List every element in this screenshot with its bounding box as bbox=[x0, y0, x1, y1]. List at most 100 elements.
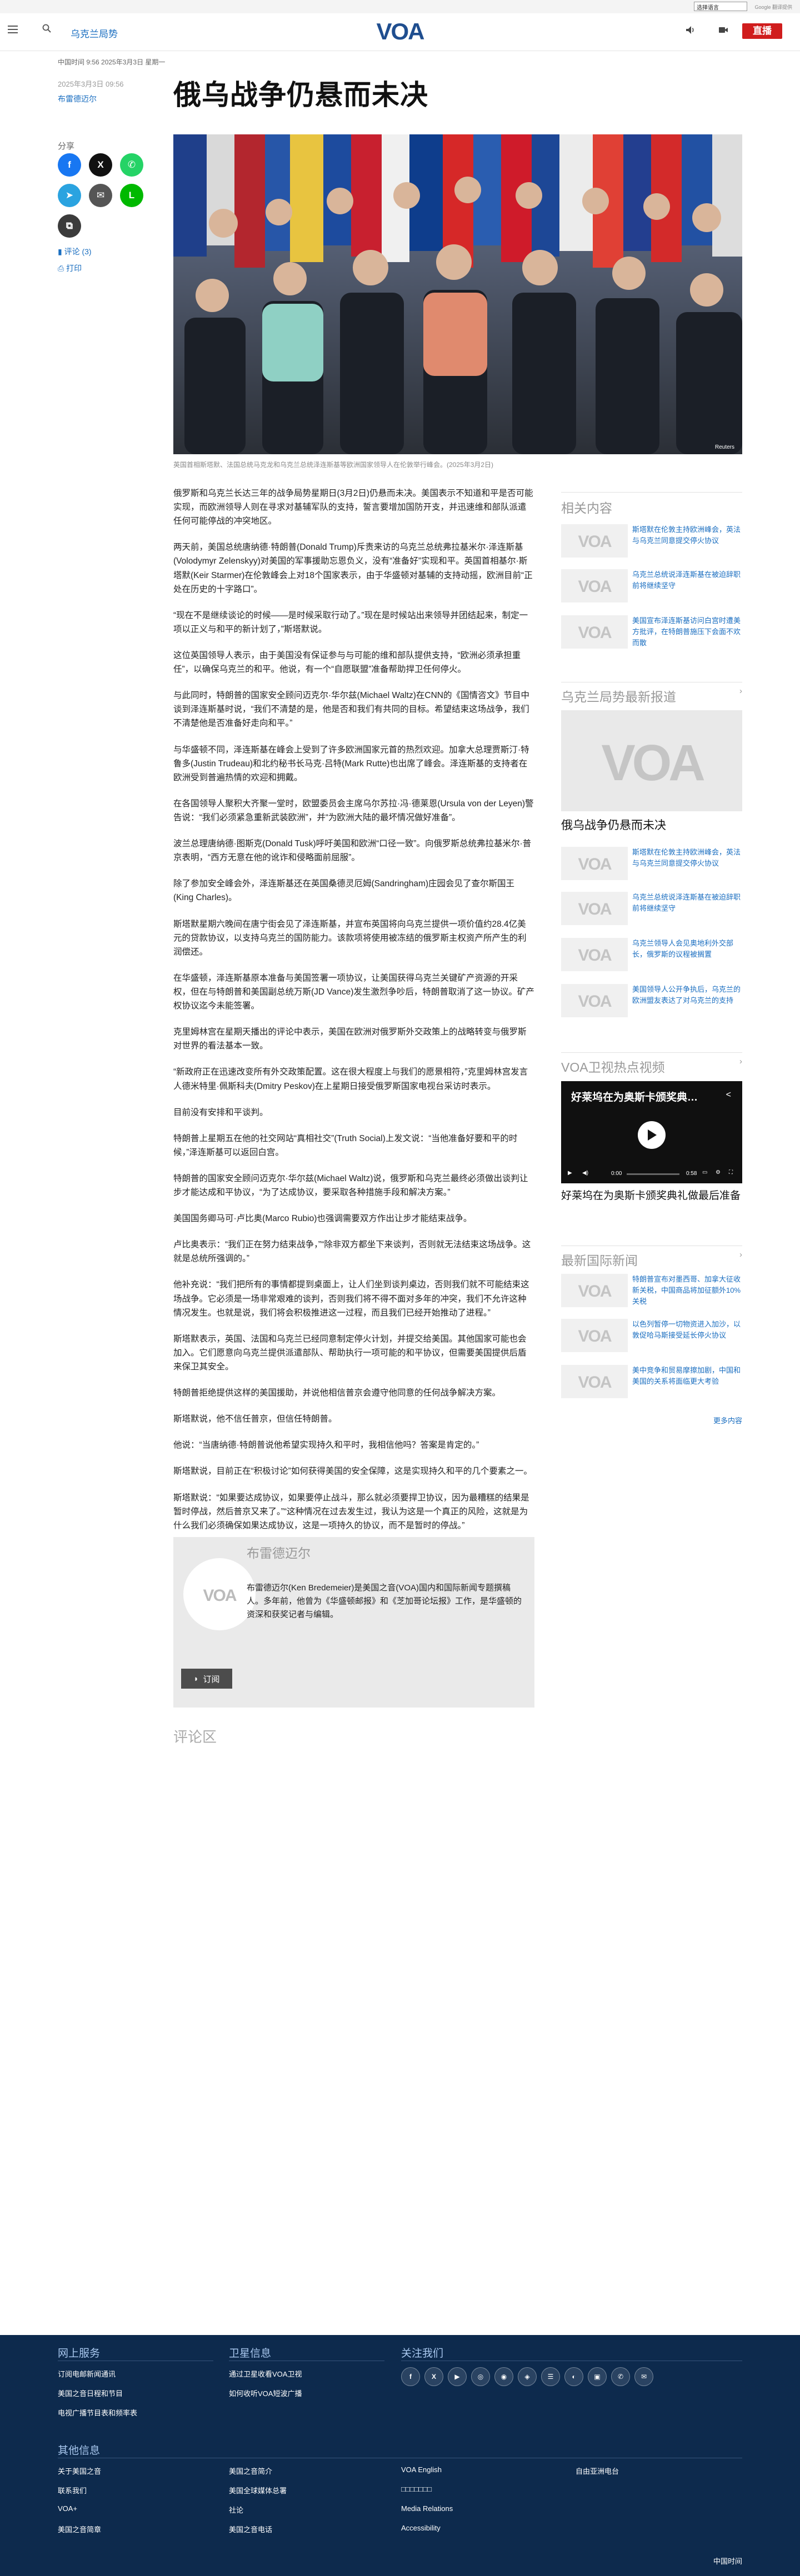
footer-link[interactable]: 订阅电邮新闻通讯 bbox=[58, 2368, 116, 2379]
article-paragraph: 斯塔默星期六晚间在唐宁街会见了泽连斯基，并宣布英国将向乌克兰提供一项价值约28.… bbox=[173, 919, 527, 957]
list-item[interactable]: VOA 特朗普宣布对墨西哥、加拿大征收新关税，中国商品将加征额外10%关税 bbox=[561, 1274, 742, 1307]
live-button[interactable]: 直播 bbox=[742, 23, 782, 39]
footer-link[interactable]: 美国之音简介 bbox=[229, 2465, 272, 2476]
list-item[interactable]: VOA 乌克兰总统说泽连斯基在被迫辞职前将继续坚守 bbox=[561, 569, 742, 602]
footer-link[interactable]: 联系我们 bbox=[58, 2485, 87, 2495]
subscribe-button[interactable]: ◗ 订阅 bbox=[181, 1669, 232, 1689]
footer-link[interactable]: 通过卫星收看VOA卫视 bbox=[229, 2368, 302, 2379]
intl-heading[interactable]: 最新国际新闻 › bbox=[561, 1250, 742, 1269]
facebook-share-icon[interactable]: f bbox=[58, 153, 81, 177]
more-news-link[interactable]: 更多内容 bbox=[713, 1415, 742, 1425]
share-icon[interactable]: < bbox=[726, 1090, 731, 1100]
article-paragraph: 与此同时，特朗普的国家安全顾问迈克尔·华尔兹(Michael Waltz)在CN… bbox=[173, 691, 529, 729]
volume-icon[interactable]: ◀) bbox=[582, 1170, 588, 1176]
language-select[interactable]: 选择语言 bbox=[694, 2, 747, 11]
comments-link[interactable]: ▮ 评论 (3) bbox=[58, 246, 92, 257]
article-paragraph: “现在不是继续谈论的时候——是时候采取行动了。”现在是时候站出来领导并团结起来，… bbox=[173, 610, 528, 634]
footer-link[interactable]: □□□□□□□ bbox=[401, 2485, 432, 2493]
section-link[interactable]: 乌克兰局势 bbox=[71, 26, 118, 40]
footer-link[interactable]: VOA English bbox=[401, 2465, 442, 2474]
latest-heading-label: 乌克兰局势最新报道 bbox=[561, 690, 676, 704]
latest-heading[interactable]: 乌克兰局势最新报道 › bbox=[561, 686, 742, 705]
video-duration: 0:58 bbox=[686, 1171, 697, 1177]
menu-icon[interactable] bbox=[8, 26, 18, 33]
video-camera-icon[interactable] bbox=[718, 26, 728, 34]
thumbnail: VOA bbox=[561, 1365, 628, 1398]
footer-link[interactable]: 电视广播节目表和频率表 bbox=[58, 2407, 137, 2418]
footer-link[interactable]: 如何收听VOA短波广播 bbox=[229, 2388, 302, 2398]
article-date: 2025年3月3日 09:56 bbox=[58, 80, 124, 88]
article-paragraph: 目前没有安排和平谈判。 bbox=[173, 1107, 268, 1117]
footer-link[interactable]: Media Relations bbox=[401, 2504, 453, 2513]
voa-logo[interactable]: VOA bbox=[371, 18, 429, 44]
article-paragraph: 与华盛顿不同，泽连斯基在峰会上受到了许多欧洲国家元首的热烈欢迎。加拿大总理贾斯汀… bbox=[173, 745, 529, 782]
list-item[interactable]: VOA 以色列暂停一切物资进入加沙，以敦促哈马斯接受延长停火协议 bbox=[561, 1319, 742, 1352]
play-small-icon[interactable]: ▶ bbox=[568, 1170, 572, 1176]
list-item[interactable]: VOA 斯塔默在伦敦主持欧洲峰会，英法与乌克兰同意提交停火协议 bbox=[561, 524, 742, 558]
site-header: 乌克兰局势 VOA 直播 bbox=[0, 13, 800, 51]
svg-text:VOA: VOA bbox=[578, 946, 611, 963]
footer-link[interactable]: 关于美国之音 bbox=[58, 2465, 101, 2476]
footer-link[interactable]: Accessibility bbox=[401, 2524, 441, 2532]
footer-link[interactable]: 美国之音电话 bbox=[229, 2524, 272, 2534]
article-paragraph: 这位英国领导人表示，由于美国没有保证参与与可能的维和部队提供支持，“欧洲必须承担… bbox=[173, 650, 521, 675]
latest-lead-title[interactable]: 俄乌战争仍悬而未决 bbox=[561, 816, 666, 833]
footer-heading: 其他信息 bbox=[58, 2445, 101, 2457]
list-item[interactable]: VOA 乌克兰领导人会见奥地利外交部长，俄罗斯的议程被搁置 bbox=[561, 938, 742, 971]
captions-icon[interactable]: ▭ bbox=[702, 1169, 707, 1176]
social-icon[interactable]: ☰ bbox=[541, 2367, 560, 2386]
list-item[interactable]: VOA 美国领导人公开争执后，乌克兰的欧洲盟友表达了对乌克兰的支持 bbox=[561, 984, 742, 1017]
social-icon[interactable]: ◐ bbox=[564, 2367, 583, 2386]
social-icon[interactable]: ◉ bbox=[494, 2367, 513, 2386]
thumbnail: VOA bbox=[561, 847, 628, 880]
footer-link[interactable]: 美国之音日程和节目 bbox=[58, 2388, 123, 2398]
list-item-title: 美国领导人公开争执后，乌克兰的欧洲盟友表达了对乌克兰的支持 bbox=[632, 985, 741, 1005]
lead-photo: Reuters bbox=[173, 134, 742, 454]
list-item-title: 特朗普宣布对墨西哥、加拿大征收新关税，中国商品将加征额外10%关税 bbox=[632, 1275, 741, 1305]
subscribe-label: 订阅 bbox=[203, 1674, 220, 1684]
svg-text:VOA: VOA bbox=[578, 1373, 611, 1390]
video-heading[interactable]: VOA卫视热点视频 › bbox=[561, 1057, 742, 1076]
footer-link[interactable]: 自由亚洲电台 bbox=[576, 2465, 619, 2476]
social-icon[interactable]: ▣ bbox=[588, 2367, 607, 2386]
search-icon[interactable] bbox=[42, 24, 51, 33]
top-bar: 选择语言 Google 翻译提供 bbox=[0, 0, 800, 13]
author-bio-text: 布雷德迈尔(Ken Bredemeier)是美国之音(VOA)国内和国际新闻专题… bbox=[247, 1583, 522, 1619]
social-icon[interactable]: ✉ bbox=[634, 2367, 653, 2386]
list-item-title: 美中竞争和贸易摩擦加剧，中国和美国的关系将面临更大考验 bbox=[632, 1366, 741, 1385]
social-icon[interactable]: ◎ bbox=[471, 2367, 490, 2386]
settings-icon[interactable]: ⚙ bbox=[716, 1169, 721, 1176]
video-time-left: 0:00 bbox=[611, 1171, 622, 1177]
footer-link[interactable]: 社论 bbox=[229, 2504, 243, 2515]
video-player[interactable]: 好莱坞在为奥斯卡颁奖典… < ▶ ◀) 0:00 0:58 ▭ ⚙ ⛶ bbox=[561, 1081, 742, 1183]
article-paragraph: 斯塔默说：“如果要达成协议，如果要停止战斗，那么就必须要捍卫协议，因为最糟糕的结… bbox=[173, 1493, 529, 1530]
list-item[interactable]: VOA 美国宣布泽连斯基访问白宫时遭美方批评，在特朗普施压下会面不欢而散 bbox=[561, 615, 742, 649]
list-item[interactable]: VOA 斯塔默在伦敦主持欧洲峰会，英法与乌克兰同意提交停火协议 bbox=[561, 847, 742, 880]
list-item[interactable]: VOA 乌克兰总统说泽连斯基在被迫辞职前将继续坚守 bbox=[561, 892, 742, 925]
telegram-share-icon[interactable]: ➤ bbox=[58, 184, 81, 207]
x-share-icon[interactable]: X bbox=[89, 153, 112, 177]
social-icon[interactable]: f bbox=[401, 2367, 420, 2386]
footer-link[interactable]: VOA+ bbox=[58, 2504, 77, 2513]
social-icon[interactable]: ◈ bbox=[518, 2367, 537, 2386]
email-share-icon[interactable]: ✉ bbox=[89, 184, 112, 207]
whatsapp-share-icon[interactable]: ✆ bbox=[120, 153, 143, 177]
fullscreen-icon[interactable]: ⛶ bbox=[729, 1169, 733, 1176]
social-icon[interactable]: ✆ bbox=[611, 2367, 630, 2386]
print-link[interactable]: ⎙ 打印 bbox=[58, 263, 82, 274]
author-link[interactable]: 布雷德迈尔 bbox=[58, 93, 97, 104]
social-icon[interactable]: X bbox=[424, 2367, 443, 2386]
headphones-icon[interactable] bbox=[684, 24, 696, 36]
latest-lead-thumbnail[interactable]: VOA bbox=[561, 710, 742, 811]
play-icon[interactable] bbox=[638, 1121, 666, 1149]
video-caption[interactable]: 好莱坞在为奥斯卡颁奖典礼做最后准备 bbox=[561, 1189, 742, 1204]
thumbnail: VOA bbox=[561, 615, 628, 649]
footer-link[interactable]: 美国之音简章 bbox=[58, 2524, 101, 2534]
author-avatar: VOA bbox=[183, 1558, 256, 1630]
social-icon[interactable]: ▶ bbox=[448, 2367, 467, 2386]
footer-link[interactable]: 美国全球媒体总署 bbox=[229, 2485, 287, 2495]
list-item[interactable]: VOA 美中竞争和贸易摩擦加剧，中国和美国的关系将面临更大考验 bbox=[561, 1365, 742, 1398]
copy-link-share-icon[interactable]: ⧉ bbox=[58, 214, 81, 238]
progress-track[interactable] bbox=[627, 1173, 679, 1175]
line-share-icon[interactable]: L bbox=[120, 184, 143, 207]
